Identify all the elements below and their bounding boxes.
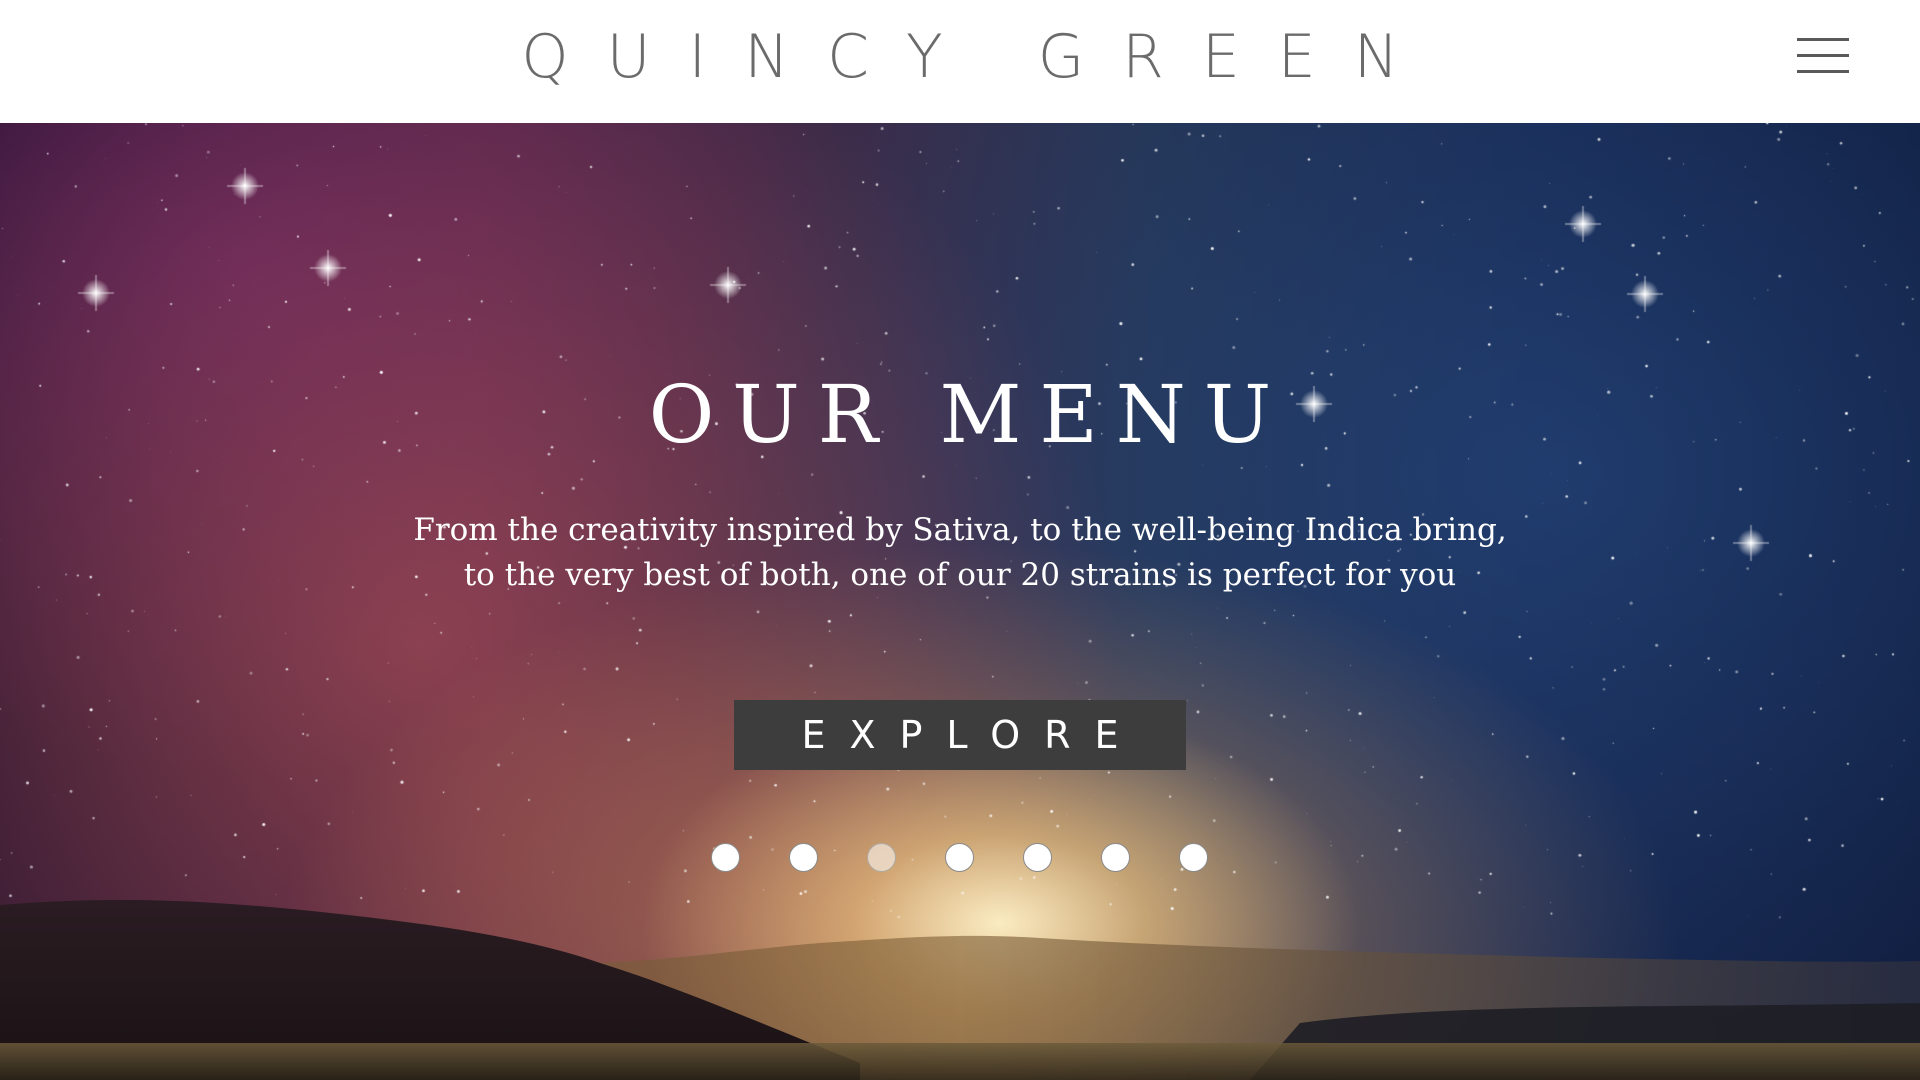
slider-dot-5[interactable] <box>1023 843 1052 872</box>
slider-dot-2[interactable] <box>789 843 818 872</box>
site-header: QUINCY GREEN <box>0 0 1920 123</box>
hero-title: OUR MENU <box>648 368 1290 461</box>
slider-dot-7[interactable] <box>1179 843 1208 872</box>
hero-subtitle-line-1: From the creativity inspired by Sativa, … <box>413 512 1507 548</box>
slider-dot-1[interactable] <box>711 843 740 872</box>
slider-pagination <box>0 843 1920 877</box>
site-logo-text[interactable]: QUINCY GREEN <box>0 22 1920 92</box>
hero-subtitle-line-2: to the very best of both, one of our 20 … <box>463 557 1457 593</box>
slider-dot-3[interactable] <box>867 843 896 872</box>
hero-banner: OUR MENU From the creativity inspired by… <box>0 123 1920 1080</box>
slider-dot-6[interactable] <box>1101 843 1130 872</box>
slider-dot-4[interactable] <box>945 843 974 872</box>
hero-subtitle: From the creativity inspired by Sativa, … <box>360 508 1560 598</box>
hills-silhouette <box>0 899 1920 1080</box>
explore-button[interactable]: EXPLORE <box>734 700 1186 770</box>
hamburger-menu-icon[interactable] <box>1797 34 1849 80</box>
